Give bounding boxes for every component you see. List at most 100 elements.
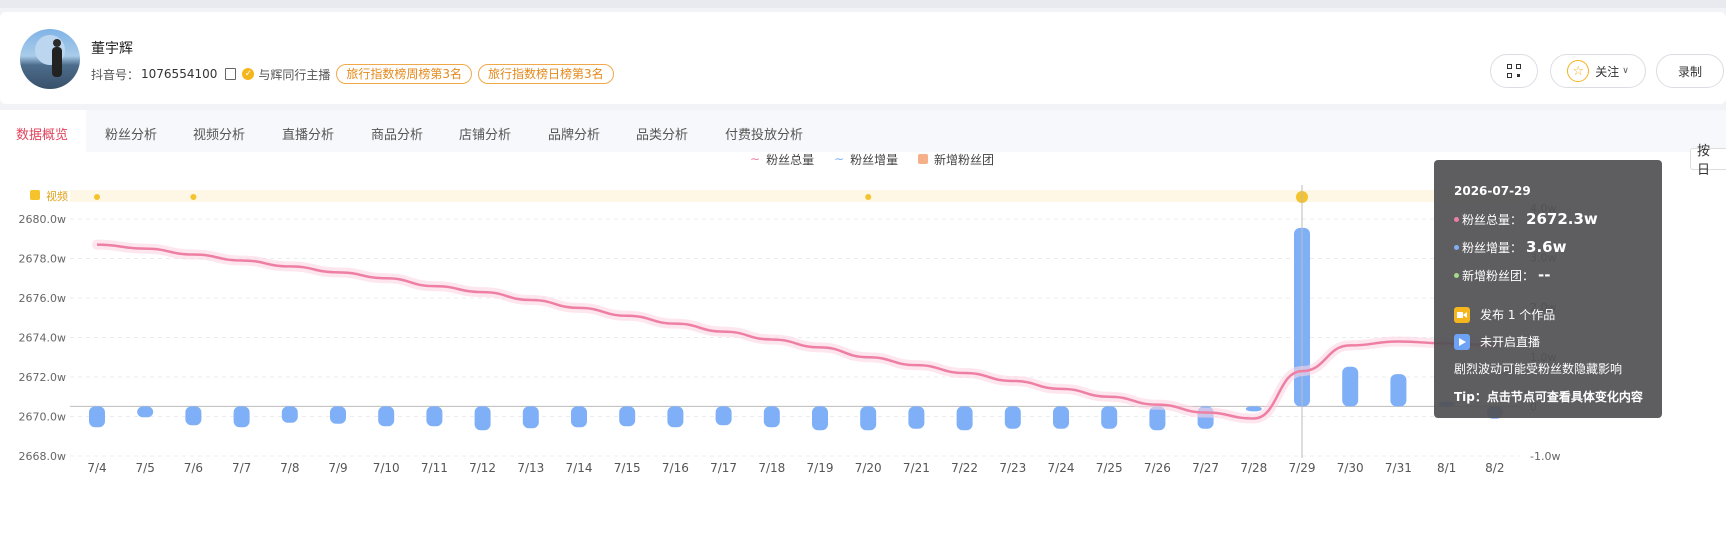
dot-icon xyxy=(1454,272,1459,278)
x-tick-label: 8/1 xyxy=(1437,461,1456,475)
bar xyxy=(233,406,250,428)
x-tick-label: 7/12 xyxy=(469,461,496,475)
bar xyxy=(1245,406,1262,412)
chevron-down-icon: ∨ xyxy=(1622,66,1629,76)
tooltip-video-text: 发布 1 个作品 xyxy=(1480,308,1556,322)
x-tick-label: 7/27 xyxy=(1192,461,1219,475)
x-tick-label: 7/4 xyxy=(87,461,106,475)
qr-code-button[interactable] xyxy=(1490,54,1538,88)
bar xyxy=(1390,374,1407,407)
y-left-tick-label: 2676.0w xyxy=(19,292,67,305)
follow-label: 关注 xyxy=(1595,64,1620,79)
x-tick-label: 7/29 xyxy=(1289,461,1316,475)
x-tick-label: 7/24 xyxy=(1048,461,1075,475)
tooltip-total-label: 粉丝总量： xyxy=(1462,212,1523,227)
x-tick-label: 7/10 xyxy=(373,461,400,475)
tooltip-increase-value: 3.6w xyxy=(1526,238,1567,256)
bar xyxy=(571,406,587,428)
tooltip-live-row: 未开启直播 xyxy=(1454,333,1540,350)
tooltip-total-value: 2672.3w xyxy=(1526,210,1598,228)
x-tick-label: 7/5 xyxy=(136,461,155,475)
live-icon xyxy=(1454,333,1470,350)
verified-text: 与辉同行主播 xyxy=(258,67,331,82)
video-marker xyxy=(865,194,872,200)
bar xyxy=(667,406,684,428)
bar xyxy=(908,406,925,429)
x-tick-label: 7/31 xyxy=(1385,461,1412,475)
bar xyxy=(715,406,732,426)
tooltip-increase-row: 粉丝增量： 3.6w xyxy=(1454,238,1566,256)
tooltip-club-value: -- xyxy=(1538,266,1551,284)
tooltip-date: 2026-07-29 xyxy=(1454,184,1531,198)
star-icon: ☆ xyxy=(1567,60,1590,82)
rank-badge-weekly[interactable]: 旅行指数榜周榜第3名 xyxy=(336,64,473,84)
tooltip-video-row: 发布 1 个作品 xyxy=(1454,306,1555,323)
avatar[interactable] xyxy=(20,29,80,89)
id-label: 抖音号： xyxy=(91,67,140,82)
y-left-tick-label: 2672.0w xyxy=(19,371,67,384)
video-marker xyxy=(94,194,100,200)
bar xyxy=(378,406,395,427)
x-tick-label: 7/30 xyxy=(1337,461,1364,475)
dot-icon xyxy=(1454,216,1459,222)
video-track-label: 视频 xyxy=(46,189,68,203)
profile-meta: 抖音号： 1076554100 ✓ 与辉同行主播 旅行指数榜周榜第3名 旅行指数… xyxy=(91,64,614,84)
video-marker xyxy=(190,194,197,200)
x-tick-label: 7/14 xyxy=(566,461,593,475)
tooltip-total-row: 粉丝总量： 2672.3w xyxy=(1454,210,1598,228)
bar xyxy=(185,406,202,426)
y-right-tick-label: -1.0w xyxy=(1530,450,1560,463)
chart-tooltip: 2026-07-29 粉丝总量： 2672.3w 粉丝增量： 3.6w 新增粉丝… xyxy=(1434,160,1662,418)
bar xyxy=(1342,366,1359,407)
bar xyxy=(426,406,443,427)
bar xyxy=(281,406,298,423)
bar xyxy=(860,406,877,431)
y-left-tick-label: 2670.0w xyxy=(19,411,67,424)
x-tick-label: 7/21 xyxy=(903,461,930,475)
x-tick-label: 7/9 xyxy=(328,461,347,475)
video-icon xyxy=(1454,306,1470,323)
x-tick-label: 7/25 xyxy=(1096,461,1123,475)
tooltip-club-label: 新增粉丝团： xyxy=(1462,268,1535,283)
dot-icon xyxy=(1454,244,1459,250)
tooltip-club-row: 新增粉丝团： -- xyxy=(1454,266,1550,284)
y-left-tick-label: 2680.0w xyxy=(19,213,67,226)
bar xyxy=(619,406,636,427)
qr-code-icon xyxy=(1507,64,1521,78)
verified-icon: ✓ xyxy=(242,68,255,80)
tooltip-note: 剧烈波动可能受粉丝数隐藏影响 xyxy=(1454,362,1623,376)
bar xyxy=(522,406,539,429)
y-left-tick-label: 2678.0w xyxy=(19,253,67,266)
x-tick-label: 7/11 xyxy=(421,461,448,475)
x-tick-label: 7/20 xyxy=(855,461,882,475)
x-tick-label: 7/19 xyxy=(807,461,834,475)
tooltip-live-text: 未开启直播 xyxy=(1480,335,1541,349)
bar xyxy=(956,406,973,431)
profile-name: 董宇辉 xyxy=(91,41,133,57)
tooltip-increase-label: 粉丝增量： xyxy=(1462,240,1523,255)
video-icon xyxy=(30,190,40,200)
x-tick-label: 7/28 xyxy=(1240,461,1267,475)
rank-badge-daily[interactable]: 旅行指数榜日榜第3名 xyxy=(478,64,614,84)
bar xyxy=(137,406,154,418)
copy-icon[interactable] xyxy=(225,68,237,80)
bar xyxy=(474,406,491,431)
x-tick-label: 7/17 xyxy=(710,461,737,475)
x-tick-label: 7/15 xyxy=(614,461,641,475)
record-button[interactable]: 录制 xyxy=(1656,54,1724,88)
id-value: 1076554100 xyxy=(141,67,218,81)
x-tick-label: 7/16 xyxy=(662,461,689,475)
x-tick-label: 7/7 xyxy=(232,461,251,475)
y-left-tick-label: 2668.0w xyxy=(19,450,67,463)
x-tick-label: 7/26 xyxy=(1144,461,1171,475)
x-tick-label: 8/2 xyxy=(1485,461,1504,475)
bar xyxy=(763,406,780,428)
follow-button[interactable]: ☆ 关注 ∨ xyxy=(1550,54,1646,88)
top-strip xyxy=(0,0,1726,8)
bar xyxy=(1149,406,1166,431)
line-glow xyxy=(92,239,1500,424)
x-tick-label: 7/13 xyxy=(517,461,544,475)
profile-header: 董宇辉 抖音号： 1076554100 ✓ 与辉同行主播 旅行指数榜周榜第3名 … xyxy=(0,12,1726,104)
x-tick-label: 7/8 xyxy=(280,461,299,475)
bar xyxy=(330,406,346,424)
